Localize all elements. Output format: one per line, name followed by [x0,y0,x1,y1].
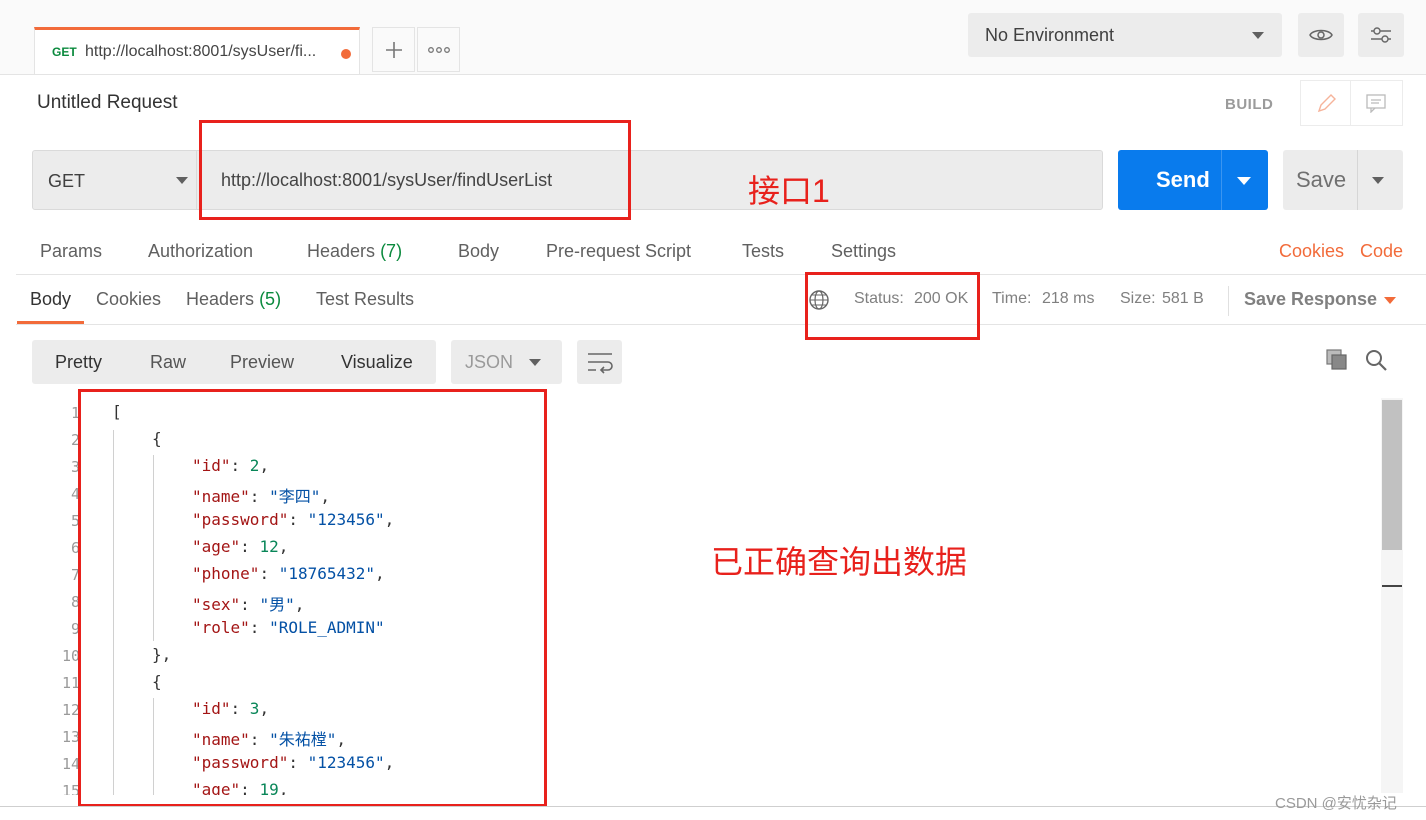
build-tools [1300,80,1403,126]
request-tabs: Params Authorization Headers (7) Body Pr… [0,236,1426,272]
tab-params[interactable]: Params [40,241,102,262]
view-mode-pretty[interactable]: Pretty [55,352,102,373]
manage-environments-button[interactable] [1358,13,1404,57]
view-mode-visualize[interactable]: Visualize [341,352,413,373]
save-button-label: Save [1296,167,1347,192]
line-number: 6 [70,539,80,557]
copy-icon[interactable] [1325,348,1349,372]
more-tabs-button[interactable] [417,27,460,72]
search-icon[interactable] [1364,348,1388,372]
view-mode-segment: Pretty Raw Preview Visualize [32,340,436,384]
line-number: 12 [61,701,80,719]
response-tab-cookies[interactable]: Cookies [96,289,161,310]
line-number: 14 [61,755,80,773]
cookies-link[interactable]: Cookies [1279,241,1344,262]
format-select-label: JSON [465,352,514,372]
save-options-chevron-icon[interactable] [1372,177,1384,184]
tab-headers-label: Headers [307,241,376,261]
eye-icon [1309,29,1333,41]
wrap-lines-button[interactable] [577,340,622,384]
response-tabs-divider [16,324,1426,325]
request-tab-method: GET [52,45,77,59]
line-number: 10 [61,647,80,665]
plus-icon [385,41,402,58]
line-number: 9 [70,620,80,638]
request-tab-title: http://localhost:8001/sysUser/fi... [85,43,317,60]
send-button[interactable]: Send [1118,150,1268,210]
tab-authorization[interactable]: Authorization [148,241,253,262]
pencil-icon[interactable] [1315,93,1337,115]
chevron-down-icon [176,177,188,184]
response-tab-test-results[interactable]: Test Results [316,289,414,310]
comment-icon[interactable] [1365,93,1387,113]
sliders-icon [1371,27,1391,43]
code-link[interactable]: Code [1360,241,1403,262]
environment-select-label: No Environment [985,25,1115,45]
size-value[interactable]: 581 B [1162,290,1204,308]
line-number: 2 [70,431,80,449]
save-response-button[interactable]: Save Response [1244,289,1377,310]
send-options-chevron-icon[interactable] [1237,177,1251,185]
request-name[interactable]: Untitled Request [37,92,177,114]
tab-headers[interactable]: Headers (7) [307,241,402,262]
method-select[interactable]: GET [32,150,197,210]
save-response-chevron-icon[interactable] [1384,297,1396,304]
save-button[interactable]: Save [1283,150,1403,210]
more-icon [427,46,450,53]
send-divider [1221,150,1222,210]
response-tabs: Body Cookies Headers (5) Test Results St… [0,284,1426,324]
tab-settings[interactable]: Settings [831,241,896,262]
size-label: Size: [1120,290,1156,307]
meta-divider [1228,286,1229,316]
line-number: 8 [70,593,80,611]
wrap-lines-icon [588,353,613,374]
line-number: 7 [70,566,80,584]
chevron-down-icon [529,359,541,366]
line-number: 1 [70,404,80,422]
response-tab-headers-label: Headers [186,289,255,309]
send-button-label: Send [1156,167,1210,192]
format-select[interactable]: JSON [451,340,562,384]
view-mode-preview[interactable]: Preview [230,352,294,373]
time-label: Time: [992,290,1032,307]
scrollbar-thumb[interactable] [1382,400,1402,550]
status-bar-divider [0,806,1426,807]
line-number: 5 [70,512,80,530]
line-number: 15 [61,782,80,795]
view-mode-raw[interactable]: Raw [150,352,186,373]
result-annotation: 已正确查询出数据 [711,544,968,580]
response-tab-headers[interactable]: Headers (5) [186,289,281,310]
new-tab-button[interactable] [372,27,415,72]
time-value[interactable]: 218 ms [1042,290,1094,308]
tab-tests[interactable]: Tests [742,241,784,262]
status-highlight-box [805,272,980,340]
body-highlight-box [78,389,547,807]
request-tabs-divider [16,274,1426,275]
watermark: CSDN @安忧杂记 [1275,795,1397,812]
unsaved-dot-icon [341,49,351,59]
line-number: 13 [61,728,80,746]
environment-quick-look-button[interactable] [1298,13,1344,57]
request-tab[interactable]: GET http://localhost:8001/sysUser/fi... [34,27,360,74]
line-number: 4 [70,485,80,503]
tab-body[interactable]: Body [458,241,499,262]
tab-prerequest-script[interactable]: Pre-request Script [546,241,691,262]
chevron-down-icon [1252,32,1264,39]
url-highlight-box [199,120,631,220]
environment-select[interactable]: No Environment [968,13,1282,57]
tab-headers-count: (7) [380,241,403,261]
save-divider [1357,150,1358,210]
line-number: 11 [61,674,80,692]
interface-annotation: 接口1 [748,173,830,209]
scrollbar-marker [1382,585,1402,587]
method-select-label: GET [48,171,86,191]
line-number: 3 [70,458,80,476]
response-tab-body[interactable]: Body [30,289,71,310]
build-mode-label[interactable]: BUILD [1225,96,1273,113]
build-divider [1350,81,1351,125]
response-tab-headers-count: (5) [259,289,282,309]
